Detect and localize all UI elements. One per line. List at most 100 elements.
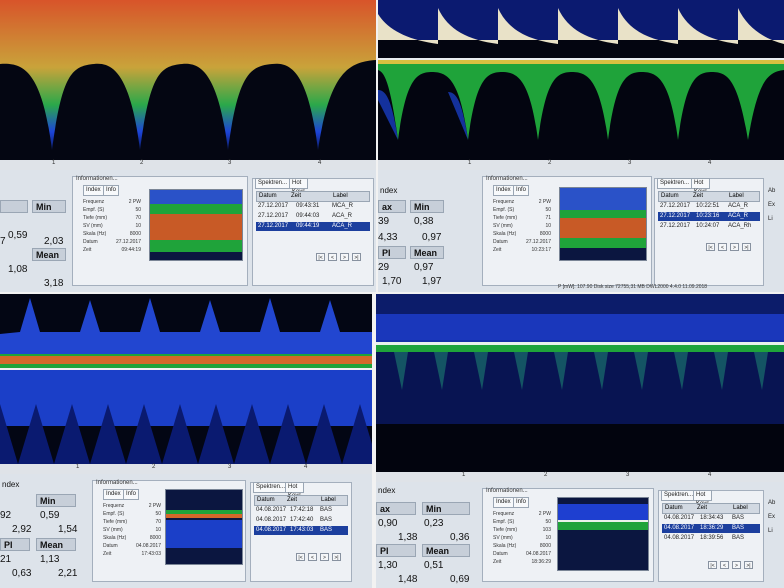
field-row: Skala (Hz) 8000 [83,231,141,237]
first-icon[interactable]: |< [706,243,715,251]
table-row[interactable]: 04.08.2017 18:39:56 BAS [662,534,760,543]
tab-info[interactable]: Info [103,185,120,196]
info-box: Informationen... Index Info Frequenz 2 PW… [92,480,246,582]
tab-info[interactable]: Info [513,185,530,196]
min-header: Min [32,200,66,213]
first-icon[interactable]: |< [708,561,717,569]
prev-icon[interactable]: < [720,561,729,569]
prev-icon[interactable]: < [308,553,317,561]
pi-header: PI [378,246,406,259]
side-button[interactable]: Ab [768,188,782,194]
field-row: SV (mm) 10 [493,223,551,229]
side-button[interactable]: Ab [768,500,782,506]
axis-tick: 3 [628,160,632,166]
tab-index[interactable]: Index [103,489,124,500]
next-icon[interactable]: > [730,243,739,251]
field-row: Skala (Hz) 8000 [493,543,551,549]
info-box: Informationen... Index Info Frequenz 2 PW… [72,176,248,286]
side-button[interactable]: Li [768,216,782,222]
measurement-stats: ax Min 0,90 0,23 1,38 0,36 PI Mean 1,30 … [376,486,476,585]
prev-icon[interactable]: < [718,243,727,251]
side-button[interactable]: Li [768,528,782,534]
side-toolbar: Ab Ex Li [768,500,782,542]
table-row[interactable]: 27.12.2017 09:44:03 ACA_R [256,212,370,221]
field-row: Skala (Hz) 8000 [493,231,551,237]
mean-value: 0,51 [424,560,444,571]
field-row: Empf. (S) 50 [493,207,551,213]
axis-tick: 2 [152,464,156,470]
mean-header: Mean [36,538,76,551]
spectra-list-panel: Spektren... Hot Keys Datum Zeit Label 27… [654,178,764,286]
table-row-selected[interactable]: 04.08.2017 18:36:29 BAS [662,524,760,533]
tab-hot-keys[interactable]: Hot Keys [289,178,309,195]
field-row: Zeit 18:36:29 [493,559,551,565]
first-icon[interactable]: |< [316,253,325,261]
tab-spektren[interactable]: Spektren... [661,490,697,501]
tab-spektren[interactable]: Spektren... [253,482,289,493]
axis-tick: 1 [468,160,472,166]
tab-hot-keys[interactable]: Hot Keys [285,482,305,499]
table-row[interactable]: 27.12.2017 10:22:51 ACA_R [658,202,760,211]
tab-spektren[interactable]: Spektren... [255,178,291,189]
max-value: 1,38 [398,532,418,543]
mean-header: Mean [32,248,66,261]
axis-tick: 2 [140,160,144,166]
time-axis: 1 2 3 4 [0,160,376,170]
pi-value: 1,70 [382,276,402,287]
tab-info[interactable]: Info [513,497,530,508]
spectrum-thumbnail[interactable] [559,187,647,261]
prev-icon[interactable]: < [328,253,337,261]
table-row[interactable]: 27.12.2017 09:43:31 MCA_R [256,202,370,211]
table-row[interactable]: 04.08.2017 17:42:18 BAS [254,506,348,515]
tab-info[interactable]: Info [123,489,140,500]
tab-hot-keys[interactable]: Hot Keys [691,178,711,195]
table-row-selected[interactable]: 04.08.2017 17:43:03 BAS [254,526,348,535]
next-icon[interactable]: > [320,553,329,561]
side-button[interactable]: Ex [768,202,782,208]
axis-tick: 1 [52,160,56,166]
photo-collage: 1 2 3 4 Min 0,59 7 2,03 Mean 1,08 3,18 I… [0,0,784,588]
spectrum-thumbnail[interactable] [165,489,243,565]
table-row[interactable]: 27.12.2017 10:24:07 ACA_Rh [658,222,760,231]
tab-spektren[interactable]: Spektren... [657,178,693,189]
last-icon[interactable]: >| [332,553,341,561]
tab-index[interactable]: Index [493,185,514,196]
min-value: 0,59 [40,510,60,521]
min-value: 0,36 [450,532,470,543]
field-row: Zeit 10:23:17 [493,247,551,253]
doppler-spectrogram [376,294,784,472]
mean-value: 1,08 [8,264,28,275]
table-row[interactable]: 04.08.2017 17:42:40 BAS [254,516,348,525]
last-icon[interactable]: >| [744,561,753,569]
spectra-list-panel: Spektren... Hot Keys Datum Zeit Label 04… [250,482,352,582]
table-row-selected[interactable]: 27.12.2017 09:44:19 ACA_R [256,222,370,231]
tab-hot-keys[interactable]: Hot Keys [693,490,713,507]
field-row: Tiefe (mm) 103 [493,527,551,533]
spectrum-thumbnail[interactable] [557,497,649,571]
table-header: Datum Zeit Label [254,495,348,506]
doppler-spectrogram [0,294,372,464]
mean-value: 1,97 [422,276,442,287]
mean-header: Mean [422,544,470,557]
next-icon[interactable]: > [340,253,349,261]
side-button[interactable]: Ex [768,514,782,520]
last-icon[interactable]: >| [742,243,751,251]
table-header: Datum Zeit Label [658,191,760,202]
next-icon[interactable]: > [732,561,741,569]
first-icon[interactable]: |< [296,553,305,561]
axis-tick: 4 [318,160,322,166]
table-row[interactable]: 04.08.2017 18:34:43 BAS [662,514,760,523]
last-icon[interactable]: >| [352,253,361,261]
field-row: Empf. (S) 50 [103,511,161,517]
tab-index[interactable]: Index [493,497,514,508]
spectrum-thumbnail[interactable] [149,189,243,261]
playback-controls: |< < > >| [662,561,760,569]
table-row-selected[interactable]: 27.12.2017 10:23:16 ACA_R [658,212,760,221]
measurement-stats: Min 92 0,59 2,92 1,54 PI Mean 21 1,13 0,… [0,478,86,584]
playback-controls: |< < > >| [658,243,760,251]
panel-bottom-left: 1 2 3 4 ndex Min 92 0,59 2,92 1,54 PI Me… [0,294,372,588]
max-header [0,200,28,213]
min-value: 2,03 [44,236,64,247]
time-axis: 1 2 3 4 [376,472,784,482]
tab-index[interactable]: Index [83,185,104,196]
